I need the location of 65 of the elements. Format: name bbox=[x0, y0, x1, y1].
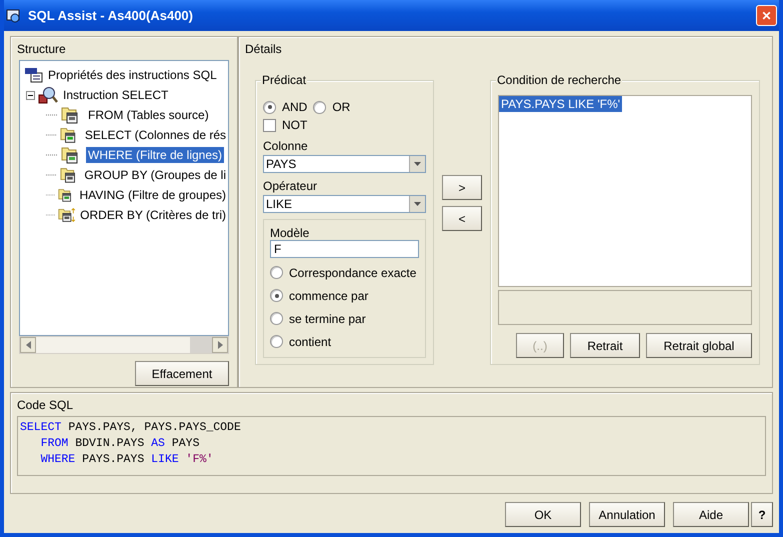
move-button[interactable]: > bbox=[442, 175, 482, 200]
help-button[interactable]: ? bbox=[751, 502, 773, 527]
tree-item[interactable]: WHERE (Filtre de lignes) bbox=[86, 147, 224, 163]
tree-item[interactable]: Propriétés des instructions SQL bbox=[46, 67, 219, 83]
radio-label: commence par bbox=[289, 288, 368, 302]
dialog-button[interactable]: Aide bbox=[673, 502, 749, 527]
radio-button[interactable] bbox=[313, 100, 326, 114]
radio-label: se termine par bbox=[289, 312, 366, 326]
radio-label: AND bbox=[282, 100, 308, 114]
horizontal-scrollbar[interactable] bbox=[19, 336, 229, 354]
app-icon bbox=[6, 8, 22, 24]
scroll-left-icon[interactable] bbox=[20, 337, 36, 353]
magnifier-icon bbox=[38, 86, 58, 104]
tree-line-icon bbox=[46, 154, 58, 156]
group-title: Condition de recherche bbox=[496, 73, 622, 87]
radio-button[interactable] bbox=[270, 266, 283, 279]
tree-line-icon bbox=[46, 214, 56, 216]
dropdown-arrow-icon bbox=[414, 202, 421, 206]
folder-sort-icon bbox=[58, 206, 76, 224]
operator-dropdown[interactable]: LIKE bbox=[263, 195, 426, 213]
sql-document-icon bbox=[25, 67, 43, 83]
radio-button[interactable] bbox=[263, 100, 276, 114]
code-line: SELECT PAYS.PAYS, PAYS.PAYS_CODE bbox=[20, 420, 241, 436]
close-button[interactable]: ✕ bbox=[756, 5, 777, 26]
panel-title: Structure bbox=[16, 41, 67, 58]
dropdown-arrow-icon bbox=[414, 162, 421, 166]
pattern-input[interactable]: F bbox=[270, 240, 419, 258]
tree-item[interactable]: FROM (Tables source) bbox=[86, 107, 211, 123]
tree-item[interactable]: HAVING (Filtre de groupes) bbox=[78, 187, 228, 203]
tree-item[interactable]: GROUP BY (Groupes de li bbox=[82, 167, 228, 183]
group-title: Prédicat bbox=[261, 73, 308, 87]
tree-line-icon bbox=[46, 134, 58, 136]
radio-button[interactable] bbox=[270, 312, 283, 325]
checkbox[interactable] bbox=[263, 118, 276, 132]
column-dropdown[interactable]: PAYS bbox=[263, 155, 426, 173]
radio-label: contient bbox=[289, 334, 332, 348]
checkbox-label: NOT bbox=[282, 118, 308, 132]
action-button[interactable]: Retrait global bbox=[646, 333, 752, 358]
list-item[interactable]: PAYS.PAYS LIKE 'F%' bbox=[499, 96, 622, 112]
window-title: SQL Assist - As400(As400) bbox=[28, 8, 194, 23]
code-line: FROM BDVIN.PAYS AS PAYS bbox=[40, 436, 200, 452]
tree-item[interactable]: SELECT (Colonnes de rés bbox=[82, 127, 228, 143]
panel-title: Code SQL bbox=[16, 397, 74, 414]
move-button[interactable]: < bbox=[442, 206, 482, 231]
radio-label: OR bbox=[332, 100, 350, 114]
clear-button[interactable]: Effacement bbox=[135, 361, 229, 386]
tree-item[interactable]: Instruction SELECT bbox=[61, 87, 170, 103]
radio-label: Correspondance exacte bbox=[289, 266, 416, 280]
field-label: Opérateur bbox=[263, 179, 318, 193]
panel-title: Détails bbox=[244, 41, 283, 58]
field-label: Modèle bbox=[270, 226, 310, 240]
tree-line-icon bbox=[46, 114, 58, 116]
field-label: Colonne bbox=[263, 139, 309, 153]
tree-item[interactable]: ORDER BY (Critères de tri) bbox=[78, 207, 228, 223]
radio-button[interactable] bbox=[270, 289, 283, 302]
action-button[interactable]: Retrait bbox=[570, 333, 640, 358]
scroll-thumb[interactable] bbox=[190, 337, 212, 353]
tree-line-icon bbox=[46, 194, 56, 196]
dialog-button[interactable]: Annulation bbox=[589, 502, 665, 527]
tree-line-icon bbox=[46, 174, 57, 176]
collapse-icon[interactable] bbox=[26, 90, 35, 100]
code-line: WHERE PAYS.PAYS LIKE 'F%' bbox=[40, 452, 214, 468]
scroll-right-icon[interactable] bbox=[212, 337, 228, 353]
radio-button[interactable] bbox=[270, 335, 283, 348]
dialog-button[interactable]: OK bbox=[505, 502, 581, 527]
